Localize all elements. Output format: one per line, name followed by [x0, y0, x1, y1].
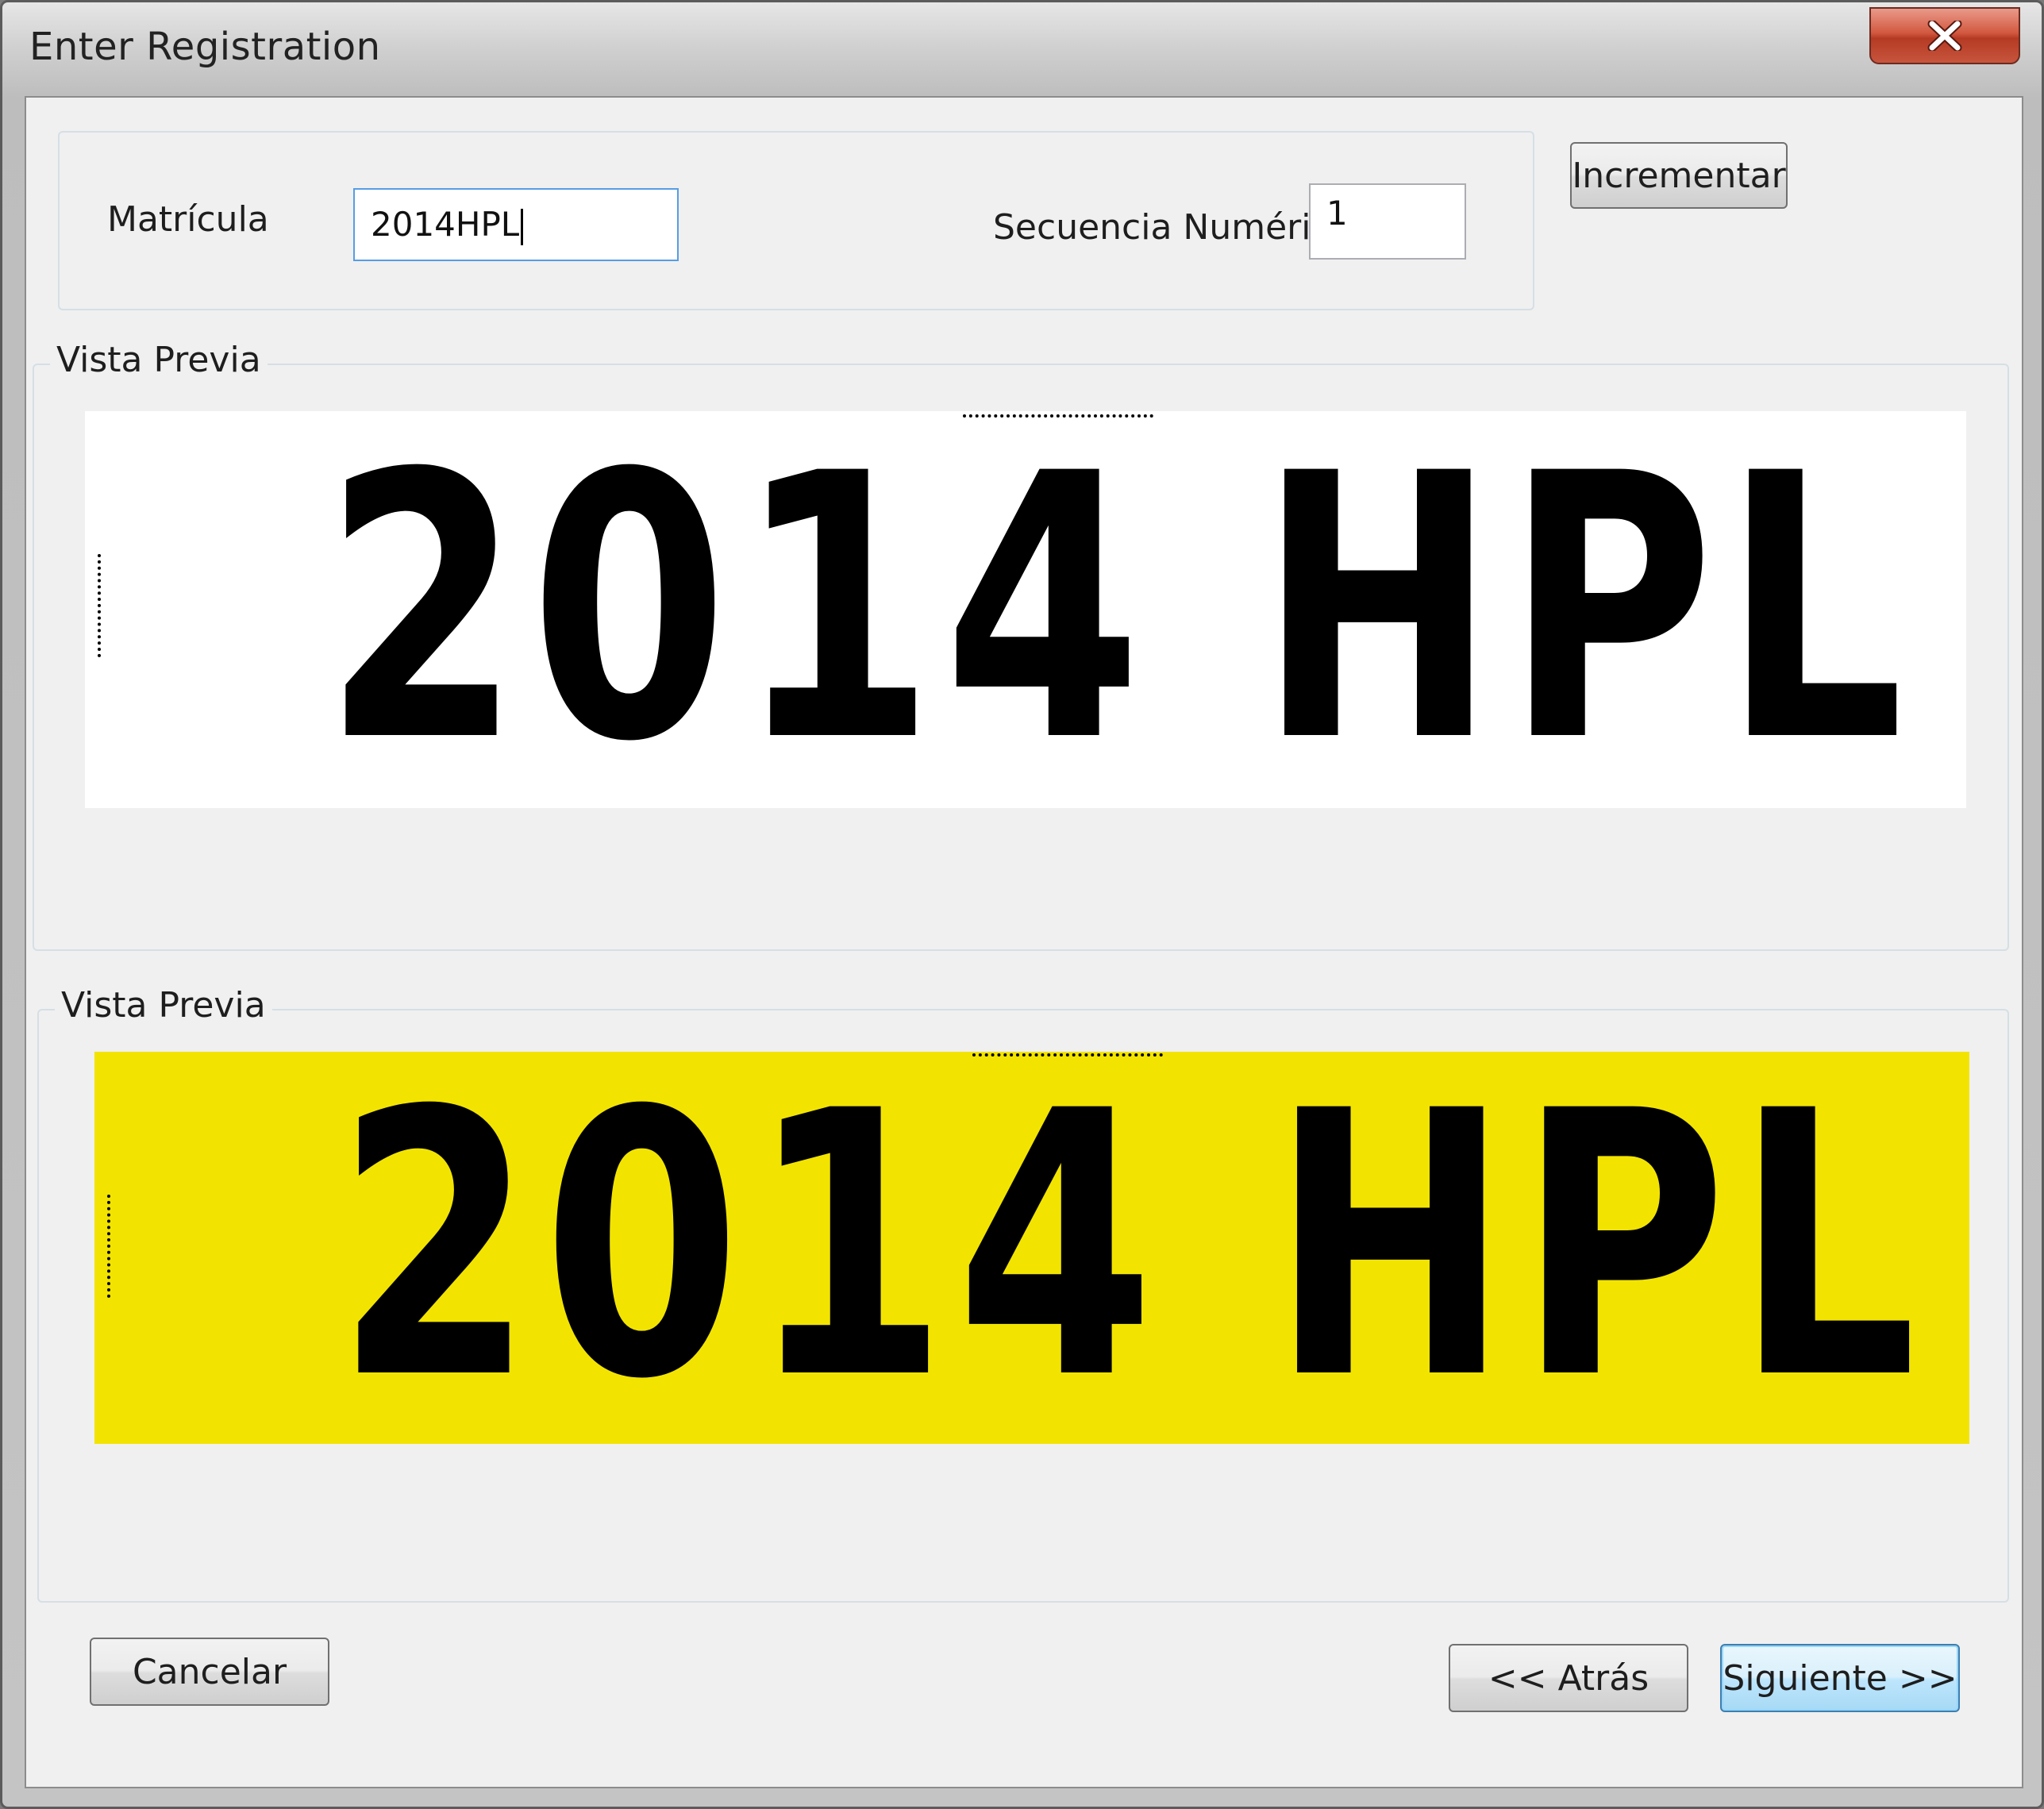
enter-registration-dialog: Enter Registration Matrícula 2014HPL Sec… — [0, 0, 2044, 1809]
plate-preview-white: 2014 HPL — [85, 411, 1966, 808]
close-icon — [1927, 21, 1962, 51]
preview-group-white: Vista Previa 2014 HPL — [33, 340, 2009, 951]
close-button[interactable] — [1869, 7, 2020, 64]
title-bar[interactable]: Enter Registration — [2, 2, 2042, 96]
plate-registration-text: 2014 HPL — [323, 411, 1913, 808]
matricula-label: Matrícula — [107, 199, 269, 240]
preview-title: Vista Previa — [50, 340, 268, 380]
dialog-client-area: Matrícula 2014HPL Secuencia Numérica 1 I… — [25, 96, 2023, 1788]
preview-title: Vista Previa — [55, 985, 272, 1026]
secuencia-input[interactable]: 1 — [1309, 183, 1466, 260]
text-caret — [521, 208, 524, 245]
window-title: Enter Registration — [29, 25, 381, 69]
cancel-button[interactable]: Cancelar — [90, 1638, 329, 1706]
next-button[interactable]: Siguiente >> — [1720, 1644, 1960, 1712]
plate-side-mark — [107, 1195, 114, 1298]
preview-group-yellow: Vista Previa 2014 HPL — [37, 985, 2009, 1603]
secuencia-label: Secuencia Numérica — [993, 207, 1352, 248]
plate-preview-yellow: 2014 HPL — [94, 1052, 1969, 1444]
plate-side-mark — [98, 554, 104, 657]
back-button[interactable]: << Atrás — [1449, 1644, 1688, 1712]
incrementar-button[interactable]: Incrementar — [1570, 142, 1788, 209]
matricula-input[interactable]: 2014HPL — [353, 188, 679, 261]
registration-input-group: Matrícula 2014HPL Secuencia Numérica 1 — [58, 131, 1534, 310]
matricula-input-value: 2014HPL — [371, 205, 520, 244]
plate-registration-text: 2014 HPL — [336, 1052, 1926, 1444]
